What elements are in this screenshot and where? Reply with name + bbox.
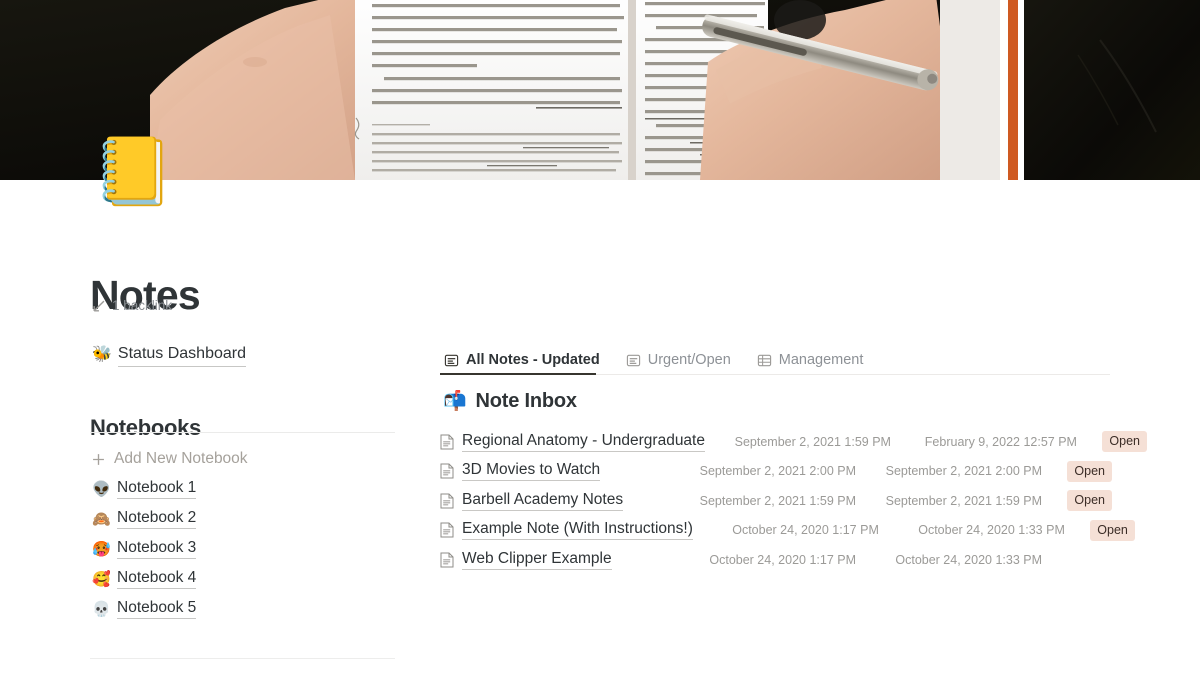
table-row[interactable]: Regional Anatomy - Undergraduate Septemb… <box>440 427 1147 457</box>
note-title[interactable]: Example Note (With Instructions!) <box>462 520 693 541</box>
mailbox-icon: 📬 <box>443 391 467 412</box>
note-title[interactable]: Regional Anatomy - Undergraduate <box>462 432 705 452</box>
status-dashboard-link[interactable]: 🐝 Status Dashboard <box>92 343 246 367</box>
status-badge-slot: Open <box>1077 431 1147 453</box>
see-no-evil-monkey-icon: 🙈 <box>92 511 111 528</box>
document-icon <box>440 463 462 479</box>
note-created-date: October 24, 2020 1:17 PM <box>732 523 879 538</box>
notebook-label: Notebook 4 <box>117 569 197 589</box>
tab-label: Urgent/Open <box>647 352 731 368</box>
document-icon <box>440 522 462 538</box>
status-badge-slot: Open <box>1042 460 1112 482</box>
table-view-icon <box>757 354 771 366</box>
skull-icon: 💀 <box>92 601 111 618</box>
note-title[interactable]: Web Clipper Example <box>462 550 612 570</box>
notebook-list-item[interactable]: 🙈 Notebook 2 <box>92 504 402 534</box>
tab-urgent-open[interactable]: Urgent/Open <box>626 348 745 372</box>
note-created-date: September 2, 2021 2:00 PM <box>699 464 856 479</box>
plus-icon <box>93 453 104 465</box>
status-dashboard-label: Status Dashboard <box>117 343 246 367</box>
tab-label: All Notes - Updated <box>466 352 600 368</box>
note-title[interactable]: Barbell Academy Notes <box>462 491 624 511</box>
tab-label: Management <box>778 352 864 368</box>
notebooks-heading: Notebooks <box>90 415 201 441</box>
list-view-icon <box>444 354 459 366</box>
bottom-divider <box>90 658 395 659</box>
list-view-icon <box>626 354 640 366</box>
status-badge[interactable]: Open <box>1067 460 1112 482</box>
notebook-list-item[interactable]: 🥵 Notebook 3 <box>92 534 402 564</box>
add-new-notebook-label: Add New Notebook <box>114 450 248 467</box>
hot-face-icon: 🥵 <box>92 541 111 558</box>
notebook-list-item[interactable]: 🥰 Notebook 4 <box>92 564 402 594</box>
notebook-label: Notebook 5 <box>117 599 197 619</box>
status-badge[interactable]: Open <box>1102 431 1147 453</box>
note-created-date: October 24, 2020 1:17 PM <box>709 552 856 567</box>
arrow-down-left-icon <box>93 300 105 312</box>
note-updated-date: February 9, 2022 12:57 PM <box>924 434 1077 449</box>
notes-page: 📒 Notes 1 backlink 🐝 Status Dashboard No… <box>0 0 1200 675</box>
alien-icon: 👽 <box>92 481 111 498</box>
backlink-indicator[interactable]: 1 backlink <box>92 297 172 315</box>
backlink-label: 1 backlink <box>112 298 173 313</box>
note-inbox-heading: 📬 Note Inbox <box>443 388 577 415</box>
status-badge[interactable]: Open <box>1090 519 1135 541</box>
notebook-list-item[interactable]: 👽 Notebook 1 <box>92 474 402 504</box>
table-row[interactable]: Barbell Academy Notes September 2, 2021 … <box>440 486 1112 516</box>
smiling-face-with-hearts-icon: 🥰 <box>92 571 111 588</box>
note-inbox-title: Note Inbox <box>475 390 577 412</box>
notebooks-divider <box>90 432 395 433</box>
bee-icon: 🐝 <box>92 346 112 363</box>
tab-all-notes-updated[interactable]: All Notes - Updated <box>440 348 614 372</box>
notebook-label: Notebook 2 <box>117 509 197 529</box>
status-badge-slot: Open <box>1042 490 1112 512</box>
cover-photo-illustration <box>0 0 1200 180</box>
note-created-date: September 2, 2021 1:59 PM <box>734 434 891 449</box>
notebook-list-item[interactable]: 💀 Notebook 5 <box>92 594 402 624</box>
cover-image[interactable] <box>0 0 1200 180</box>
notebooks-list: Add New Notebook 👽 Notebook 1 🙈 Notebook… <box>92 444 402 624</box>
document-icon <box>440 493 462 509</box>
note-updated-date: September 2, 2021 2:00 PM <box>885 464 1042 479</box>
notebook-label: Notebook 3 <box>117 539 197 559</box>
note-title[interactable]: 3D Movies to Watch <box>462 461 601 482</box>
tabs-active-indicator <box>440 373 596 375</box>
document-icon <box>440 434 462 450</box>
table-row[interactable]: Example Note (With Instructions!) Octobe… <box>440 516 1135 546</box>
note-created-date: September 2, 2021 1:59 PM <box>699 493 856 508</box>
status-badge-slot: Open <box>1065 519 1135 541</box>
status-badge[interactable]: Open <box>1067 490 1112 512</box>
add-new-notebook-button[interactable]: Add New Notebook <box>92 444 402 474</box>
note-updated-date: September 2, 2021 1:59 PM <box>885 493 1042 508</box>
note-updated-date: October 24, 2020 1:33 PM <box>918 523 1065 538</box>
note-inbox-table: Regional Anatomy - Undergraduate Septemb… <box>440 427 1147 575</box>
table-row[interactable]: 3D Movies to Watch September 2, 2021 2:0… <box>440 457 1112 487</box>
database-view-tabs: All Notes - Updated Urgent/Open Manageme… <box>440 348 889 372</box>
page-icon-notebook-emoji[interactable]: 📒 <box>92 133 174 209</box>
tab-management[interactable]: Management <box>757 348 878 372</box>
table-row[interactable]: Web Clipper Example October 24, 2020 1:1… <box>440 545 1112 575</box>
document-icon <box>440 552 462 568</box>
note-updated-date: October 24, 2020 1:33 PM <box>895 552 1042 567</box>
notebook-label: Notebook 1 <box>117 479 197 499</box>
